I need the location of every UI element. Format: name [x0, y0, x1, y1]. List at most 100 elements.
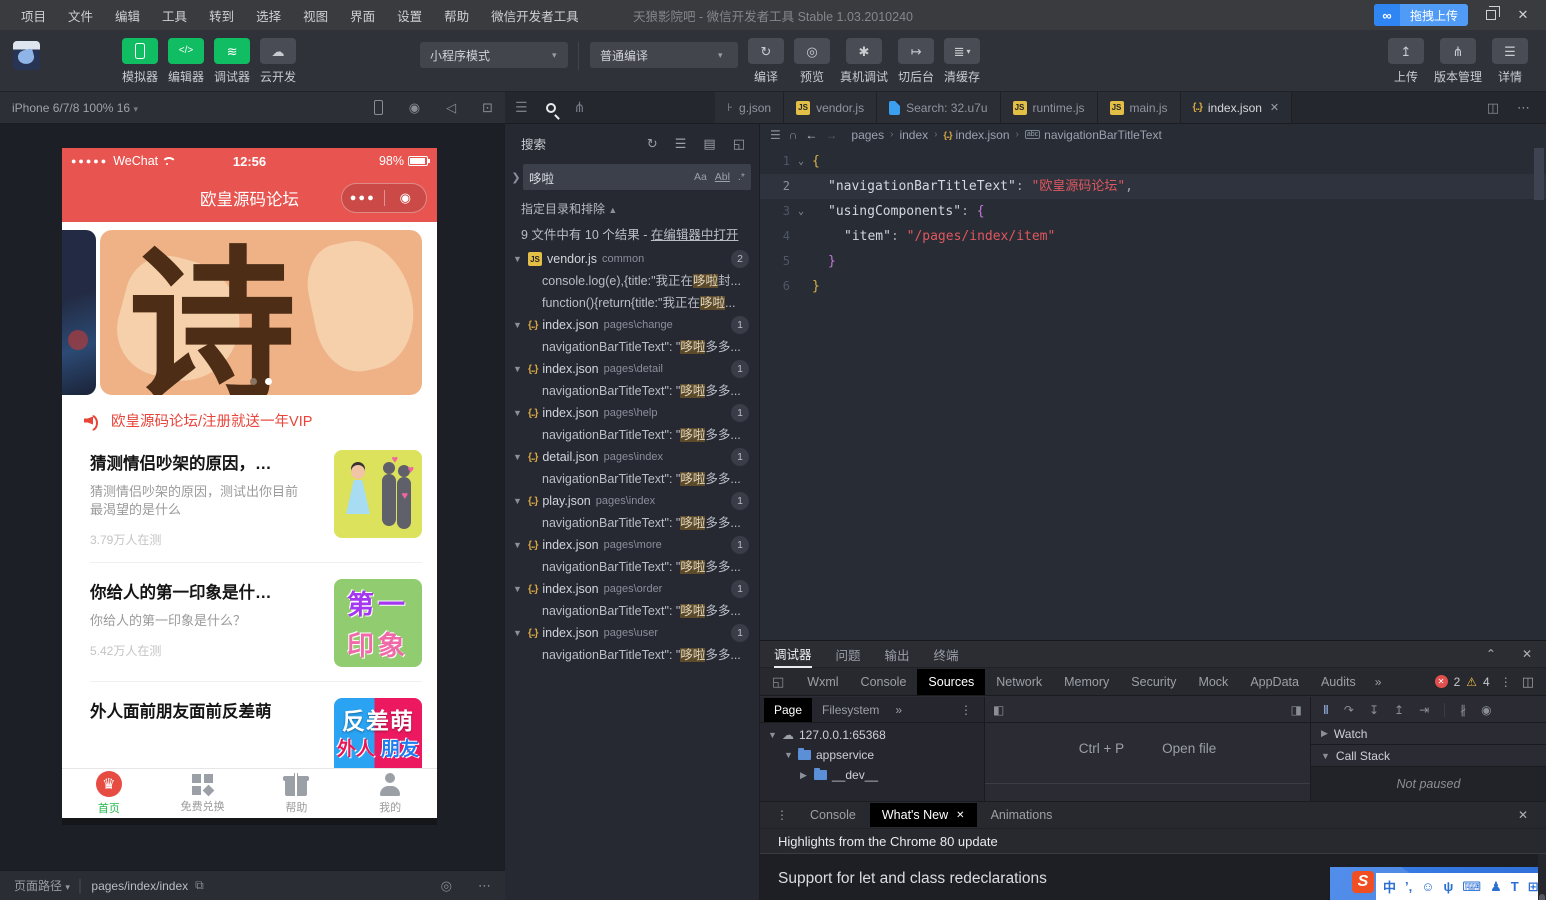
- menu-item[interactable]: 选择: [245, 6, 292, 25]
- result-file-row[interactable]: ▼ {..} index.json pages\detail 1: [505, 358, 759, 380]
- tree-item[interactable]: ▼ appservice: [760, 745, 984, 765]
- regex-icon[interactable]: .*: [738, 171, 745, 183]
- match-case-icon[interactable]: Aa: [694, 171, 707, 183]
- menu-item[interactable]: 设置: [386, 6, 433, 25]
- result-file-row[interactable]: ▼ {..} index.json pages\help 1: [505, 402, 759, 424]
- search-input[interactable]: 哆啦 Aa Abl .*: [523, 164, 751, 190]
- collapse-all-icon[interactable]: ◱: [733, 136, 745, 152]
- result-match-row[interactable]: navigationBarTitleText": "哆啦多多...: [505, 556, 759, 578]
- carousel-dot-active[interactable]: [265, 378, 272, 385]
- menu-item[interactable]: 界面: [339, 6, 386, 25]
- devtools-tab-Wxml[interactable]: Wxml: [796, 669, 849, 695]
- outline-icon[interactable]: ☰: [770, 128, 781, 142]
- tree-item[interactable]: ▼ ☁ 127.0.0.1:65368: [760, 725, 984, 745]
- drawer-menu-icon[interactable]: ⋮: [776, 808, 788, 822]
- whole-word-icon[interactable]: Abl: [715, 171, 730, 183]
- 清缓存-button[interactable]: ≣ ▾ 清缓存: [944, 38, 980, 85]
- inspect-element-icon[interactable]: ◱: [772, 674, 784, 690]
- warning-count[interactable]: 4: [1483, 675, 1490, 689]
- clear-results-icon[interactable]: ☰: [675, 136, 687, 152]
- more-actions-icon[interactable]: ⋯: [1517, 100, 1530, 116]
- device-selector[interactable]: iPhone 6/7/8 100% 16 ▾: [12, 101, 138, 115]
- 真机调试-button[interactable]: ✱ 真机调试: [840, 38, 888, 85]
- 预览-button[interactable]: ◎ 预览: [794, 38, 830, 85]
- announcement-bar[interactable]: 欧皇源码论坛/注册就送一年VIP: [84, 410, 422, 431]
- record-icon[interactable]: ◉: [409, 100, 420, 116]
- close-panel-icon[interactable]: ✕: [1522, 647, 1532, 661]
- chevron-down-icon[interactable]: ▼: [513, 254, 523, 264]
- result-match-row[interactable]: navigationBarTitleText": "哆啦多多...: [505, 424, 759, 446]
- 详情-button[interactable]: ☰ 详情: [1492, 38, 1528, 85]
- collapse-panel-icon[interactable]: ⌃: [1486, 647, 1496, 661]
- editor-tab-g.json[interactable]: ⊦ g.json: [715, 92, 785, 123]
- step-into-icon[interactable]: ↧: [1369, 703, 1379, 717]
- result-match-row[interactable]: navigationBarTitleText": "哆啦多多...: [505, 644, 759, 666]
- editor-tab-Search: 32.u7u[interactable]: Search: 32.u7u: [877, 92, 1001, 123]
- panel-tab-调试器[interactable]: 调试器: [774, 640, 812, 668]
- more-menu-icon[interactable]: ●●●: [342, 192, 384, 204]
- 编辑器-button[interactable]: </> 编辑器: [168, 38, 204, 85]
- code-line[interactable]: 5 }: [760, 249, 1546, 274]
- error-icon[interactable]: ✕: [1434, 675, 1448, 688]
- toolbox-icon[interactable]: ⊞: [1528, 879, 1538, 895]
- multi-window-icon[interactable]: ⊡: [482, 100, 493, 116]
- editor-scrollbar[interactable]: [1534, 146, 1544, 636]
- account-icon[interactable]: ♟: [1490, 879, 1502, 895]
- collapse-left-icon[interactable]: ◧: [993, 703, 1004, 717]
- chevron-down-icon[interactable]: ▼: [513, 408, 523, 418]
- code-line[interactable]: 3 ⌄ "usingComponents": {: [760, 199, 1546, 224]
- editor-tab-main.js[interactable]: JS main.js: [1097, 92, 1181, 123]
- pane-tab-Filesystem[interactable]: Filesystem: [812, 698, 889, 722]
- devtools-menu-icon[interactable]: ⋮: [1500, 675, 1512, 689]
- panel-tab-问题[interactable]: 问题: [836, 641, 861, 667]
- breadcrumb-item[interactable]: abc navigationBarTitleText: [1024, 128, 1162, 142]
- open-editor-icon[interactable]: ▤: [703, 136, 715, 152]
- devtools-tab-Memory[interactable]: Memory: [1053, 669, 1120, 695]
- quiz-card[interactable]: 猜测情侣吵架的原因，… 猜测情侣吵架的原因，测试出你目前最渴望的是什么 3.79…: [90, 434, 422, 563]
- devtools-tab-AppData[interactable]: AppData: [1239, 669, 1310, 695]
- expand-right-icon[interactable]: ◨: [1291, 703, 1302, 717]
- breadcrumb-item[interactable]: index: [899, 128, 928, 142]
- code-line[interactable]: 6 }: [760, 274, 1546, 299]
- devtools-tab-Sources[interactable]: Sources: [917, 668, 986, 695]
- result-file-row[interactable]: ▼ {..} index.json pages\user 1: [505, 622, 759, 644]
- menu-item[interactable]: 工具: [151, 6, 198, 25]
- quiz-card[interactable]: 外人面前朋友面前反差萌 反差萌 外人 朋友: [90, 682, 422, 768]
- result-file-row[interactable]: ▼ {..} index.json pages\more 1: [505, 534, 759, 556]
- avatar[interactable]: [13, 41, 40, 70]
- result-file-row[interactable]: ▼ {..} detail.json pages\index 1: [505, 446, 759, 468]
- pause-on-exceptions-icon[interactable]: ◉: [1481, 703, 1491, 717]
- devtools-tab-Mock[interactable]: Mock: [1187, 669, 1239, 695]
- more-tabs-icon[interactable]: »: [1375, 675, 1382, 689]
- result-match-row[interactable]: navigationBarTitleText": "哆啦多多...: [505, 336, 759, 358]
- restore-window-button[interactable]: [1482, 5, 1500, 23]
- more-panes-icon[interactable]: »: [895, 703, 902, 717]
- phone-tab-免费兑换[interactable]: 免费兑换: [156, 769, 250, 818]
- carousel-prev-slide[interactable]: [62, 230, 96, 395]
- fold-icon[interactable]: ⌄: [790, 149, 812, 174]
- file-list-icon[interactable]: ☰: [515, 99, 528, 116]
- warning-icon[interactable]: ⚠: [1466, 675, 1477, 689]
- pane-menu-icon[interactable]: ⋮: [960, 703, 980, 717]
- filter-toggle[interactable]: 指定目录和排除 ▲: [505, 190, 759, 217]
- emoji-icon[interactable]: ☺: [1421, 879, 1434, 894]
- 模拟器-button[interactable]: 模拟器: [122, 38, 158, 85]
- phone-tab-我的[interactable]: 我的: [343, 769, 437, 818]
- call-stack-section[interactable]: ▼ Call Stack: [1311, 745, 1546, 767]
- menu-item[interactable]: 帮助: [433, 6, 480, 25]
- step-out-icon[interactable]: ↥: [1394, 703, 1404, 717]
- bookmark-icon[interactable]: ∩: [789, 128, 798, 142]
- punctuation-icon[interactable]: ’,: [1405, 879, 1412, 894]
- code-line[interactable]: 2 "navigationBarTitleText": "欧皇源码论坛",: [760, 174, 1546, 199]
- menu-item[interactable]: 文件: [57, 6, 104, 25]
- split-editor-icon[interactable]: ◫: [1487, 100, 1499, 116]
- mute-icon[interactable]: ◁: [446, 100, 456, 116]
- 上传-button[interactable]: ↥ 上传: [1387, 38, 1424, 85]
- code-line[interactable]: 1 ⌄ {: [760, 149, 1546, 174]
- 版本管理-button[interactable]: ⋔ 版本管理: [1434, 38, 1482, 85]
- 编译-button[interactable]: ↻ 编译: [748, 38, 784, 85]
- chevron-down-icon[interactable]: ▼: [513, 496, 523, 506]
- breadcrumb-item[interactable]: pages: [851, 128, 884, 142]
- result-match-row[interactable]: navigationBarTitleText": "哆啦多多...: [505, 600, 759, 622]
- result-file-row[interactable]: ▼ {..} index.json pages\change 1: [505, 314, 759, 336]
